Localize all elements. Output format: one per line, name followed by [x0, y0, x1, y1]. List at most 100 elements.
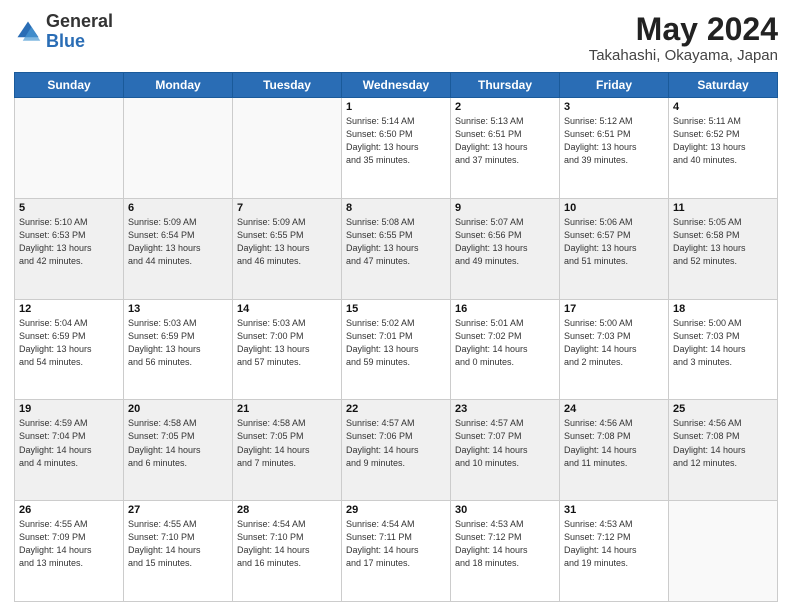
day-number: 27: [128, 504, 228, 516]
day-cell: 6 Sunrise: 5:09 AMSunset: 6:54 PMDaylight…: [124, 198, 233, 299]
day-cell: [15, 98, 124, 199]
day-info: Sunrise: 5:06 AMSunset: 6:57 PMDaylight:…: [564, 216, 664, 268]
day-info: Sunrise: 4:55 AMSunset: 7:09 PMDaylight:…: [19, 518, 119, 570]
week-row-4: 19 Sunrise: 4:59 AMSunset: 7:04 PMDayligh…: [15, 400, 778, 501]
day-cell: 24Sunrise: 4:56 AMSunset: 7:08 PMDayligh…: [560, 400, 669, 501]
day-number: 24: [564, 403, 664, 415]
day-info: Sunrise: 4:53 AMSunset: 7:12 PMDaylight:…: [564, 518, 664, 570]
day-cell: 27 Sunrise: 4:55 AMSunset: 7:10 PMDayligh…: [124, 501, 233, 602]
day-number: 18: [673, 303, 773, 315]
day-header-tuesday: Tuesday: [233, 73, 342, 98]
day-cell: 23 Sunrise: 4:57 AMSunset: 7:07 PMDayligh…: [451, 400, 560, 501]
day-info: Sunrise: 4:58 AMSunset: 7:05 PMDaylight:…: [128, 417, 228, 469]
day-cell: 8 Sunrise: 5:08 AMSunset: 6:55 PMDaylight…: [342, 198, 451, 299]
day-number: 25: [673, 403, 773, 415]
day-info: Sunrise: 5:02 AMSunset: 7:01 PMDaylight:…: [346, 317, 446, 369]
day-info: Sunrise: 4:54 AMSunset: 7:10 PMDaylight:…: [237, 518, 337, 570]
day-number: 8: [346, 202, 446, 214]
day-cell: 28 Sunrise: 4:54 AMSunset: 7:10 PMDayligh…: [233, 501, 342, 602]
day-info: Sunrise: 4:57 AMSunset: 7:07 PMDaylight:…: [455, 417, 555, 469]
day-info: Sunrise: 4:55 AMSunset: 7:10 PMDaylight:…: [128, 518, 228, 570]
day-number: 5: [19, 202, 119, 214]
day-cell: 4 Sunrise: 5:11 AMSunset: 6:52 PMDaylight…: [669, 98, 778, 199]
day-number: 14: [237, 303, 337, 315]
day-number: 4: [673, 101, 773, 113]
day-cell: 26Sunrise: 4:55 AMSunset: 7:09 PMDayligh…: [15, 501, 124, 602]
day-cell: 20Sunrise: 4:58 AMSunset: 7:05 PMDayligh…: [124, 400, 233, 501]
logo-general-text: General: [46, 11, 113, 31]
day-cell: 19 Sunrise: 4:59 AMSunset: 7:04 PMDayligh…: [15, 400, 124, 501]
day-info: Sunrise: 4:56 AMSunset: 7:08 PMDaylight:…: [673, 417, 773, 469]
day-cell: 15 Sunrise: 5:02 AMSunset: 7:01 PMDayligh…: [342, 299, 451, 400]
day-cell: [233, 98, 342, 199]
day-number: 12: [19, 303, 119, 315]
day-number: 9: [455, 202, 555, 214]
day-header-saturday: Saturday: [669, 73, 778, 98]
day-info: Sunrise: 5:00 AMSunset: 7:03 PMDaylight:…: [564, 317, 664, 369]
day-number: 28: [237, 504, 337, 516]
day-info: Sunrise: 5:03 AMSunset: 7:00 PMDaylight:…: [237, 317, 337, 369]
day-info: Sunrise: 5:07 AMSunset: 6:56 PMDaylight:…: [455, 216, 555, 268]
day-info: Sunrise: 5:03 AMSunset: 6:59 PMDaylight:…: [128, 317, 228, 369]
day-header-monday: Monday: [124, 73, 233, 98]
week-row-2: 5 Sunrise: 5:10 AMSunset: 6:53 PMDaylight…: [15, 198, 778, 299]
day-number: 23: [455, 403, 555, 415]
day-cell: 5 Sunrise: 5:10 AMSunset: 6:53 PMDaylight…: [15, 198, 124, 299]
day-info: Sunrise: 5:14 AMSunset: 6:50 PMDaylight:…: [346, 115, 446, 167]
day-cell: 18Sunrise: 5:00 AMSunset: 7:03 PMDayligh…: [669, 299, 778, 400]
day-cell: 31 Sunrise: 4:53 AMSunset: 7:12 PMDayligh…: [560, 501, 669, 602]
day-number: 30: [455, 504, 555, 516]
day-info: Sunrise: 4:53 AMSunset: 7:12 PMDaylight:…: [455, 518, 555, 570]
day-number: 29: [346, 504, 446, 516]
day-number: 11: [673, 202, 773, 214]
week-row-3: 12Sunrise: 5:04 AMSunset: 6:59 PMDayligh…: [15, 299, 778, 400]
calendar-table: SundayMondayTuesdayWednesdayThursdayFrid…: [14, 72, 778, 602]
day-cell: 16 Sunrise: 5:01 AMSunset: 7:02 PMDayligh…: [451, 299, 560, 400]
day-number: 17: [564, 303, 664, 315]
day-info: Sunrise: 5:08 AMSunset: 6:55 PMDaylight:…: [346, 216, 446, 268]
day-number: 16: [455, 303, 555, 315]
header: General Blue May 2024 Takahashi, Okayama…: [14, 12, 778, 64]
day-info: Sunrise: 5:13 AMSunset: 6:51 PMDaylight:…: [455, 115, 555, 167]
day-header-wednesday: Wednesday: [342, 73, 451, 98]
day-number: 15: [346, 303, 446, 315]
day-info: Sunrise: 5:01 AMSunset: 7:02 PMDaylight:…: [455, 317, 555, 369]
day-cell: 22 Sunrise: 4:57 AMSunset: 7:06 PMDayligh…: [342, 400, 451, 501]
day-number: 10: [564, 202, 664, 214]
main-title: May 2024: [589, 12, 778, 47]
day-info: Sunrise: 5:11 AMSunset: 6:52 PMDaylight:…: [673, 115, 773, 167]
day-info: Sunrise: 5:09 AMSunset: 6:54 PMDaylight:…: [128, 216, 228, 268]
day-cell: 7Sunrise: 5:09 AMSunset: 6:55 PMDaylight…: [233, 198, 342, 299]
subtitle: Takahashi, Okayama, Japan: [589, 47, 778, 64]
day-number: 19: [19, 403, 119, 415]
logo: General Blue: [14, 12, 113, 52]
day-cell: 25 Sunrise: 4:56 AMSunset: 7:08 PMDayligh…: [669, 400, 778, 501]
day-info: Sunrise: 5:10 AMSunset: 6:53 PMDaylight:…: [19, 216, 119, 268]
day-cell: 10 Sunrise: 5:06 AMSunset: 6:57 PMDayligh…: [560, 198, 669, 299]
day-cell: 29Sunrise: 4:54 AMSunset: 7:11 PMDayligh…: [342, 501, 451, 602]
day-number: 1: [346, 101, 446, 113]
day-cell: [124, 98, 233, 199]
title-block: May 2024 Takahashi, Okayama, Japan: [589, 12, 778, 64]
day-info: Sunrise: 4:57 AMSunset: 7:06 PMDaylight:…: [346, 417, 446, 469]
day-info: Sunrise: 4:58 AMSunset: 7:05 PMDaylight:…: [237, 417, 337, 469]
day-cell: 2 Sunrise: 5:13 AMSunset: 6:51 PMDaylight…: [451, 98, 560, 199]
day-cell: [669, 501, 778, 602]
day-number: 6: [128, 202, 228, 214]
day-number: 31: [564, 504, 664, 516]
day-cell: 13 Sunrise: 5:03 AMSunset: 6:59 PMDayligh…: [124, 299, 233, 400]
day-cell: 12Sunrise: 5:04 AMSunset: 6:59 PMDayligh…: [15, 299, 124, 400]
day-info: Sunrise: 5:09 AMSunset: 6:55 PMDaylight:…: [237, 216, 337, 268]
day-cell: 11Sunrise: 5:05 AMSunset: 6:58 PMDayligh…: [669, 198, 778, 299]
day-cell: 9 Sunrise: 5:07 AMSunset: 6:56 PMDaylight…: [451, 198, 560, 299]
day-number: 22: [346, 403, 446, 415]
day-info: Sunrise: 4:59 AMSunset: 7:04 PMDaylight:…: [19, 417, 119, 469]
page: General Blue May 2024 Takahashi, Okayama…: [0, 0, 792, 612]
day-number: 13: [128, 303, 228, 315]
day-number: 3: [564, 101, 664, 113]
week-row-1: 1 Sunrise: 5:14 AMSunset: 6:50 PMDaylight…: [15, 98, 778, 199]
day-cell: 30 Sunrise: 4:53 AMSunset: 7:12 PMDayligh…: [451, 501, 560, 602]
day-cell: 14 Sunrise: 5:03 AMSunset: 7:00 PMDayligh…: [233, 299, 342, 400]
day-header-sunday: Sunday: [15, 73, 124, 98]
day-number: 2: [455, 101, 555, 113]
